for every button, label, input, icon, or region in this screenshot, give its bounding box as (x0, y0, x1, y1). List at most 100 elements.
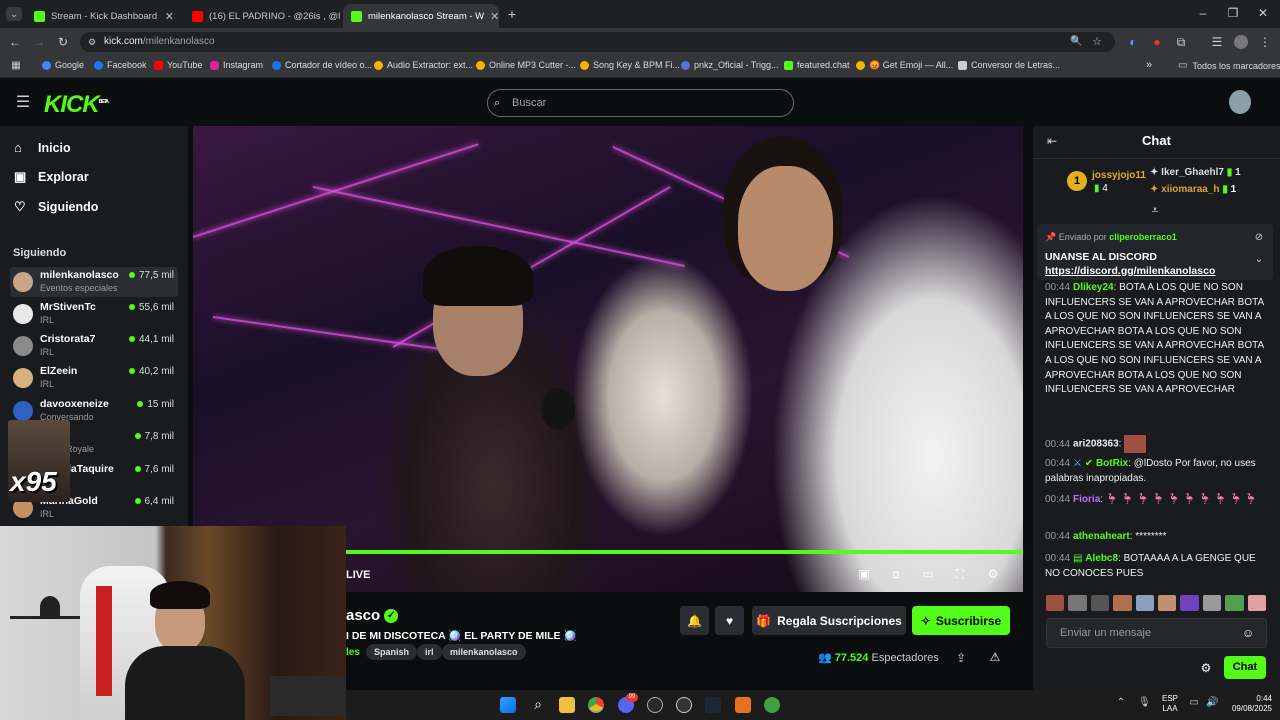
settings-gear-icon[interactable]: ⚙ (986, 567, 1000, 581)
bookmark-pnkz[interactable]: pnkz_Oficial - Trigg... (681, 60, 779, 70)
file-explorer-icon[interactable] (559, 697, 575, 713)
stream-category[interactable]: les (346, 647, 360, 658)
bookmark-audio-extractor[interactable]: Audio Extractor: ext... (374, 60, 473, 70)
clock[interactable]: 0:44 09/08/2025 (1226, 694, 1272, 714)
following-item-elzeein[interactable]: ElZeein IRL 40,2 mil (10, 363, 178, 393)
back-icon[interactable]: ← (8, 35, 22, 49)
bookmarks-overflow[interactable]: » (1146, 59, 1152, 71)
close-tab-icon[interactable]: ✕ (159, 10, 174, 23)
forward-icon[interactable]: → (32, 35, 46, 49)
bookmark-featured-chat[interactable]: featured.chat (784, 60, 850, 70)
message-user[interactable]: BotRix (1096, 458, 1128, 469)
bookmark-google[interactable]: Google (42, 60, 84, 70)
report-warning-icon[interactable]: ⚠ (988, 650, 1002, 664)
tab-kick-stream[interactable]: milenkanolasco Stream - W ✕ (343, 4, 499, 28)
message-user[interactable]: ari208363 (1073, 439, 1119, 450)
message-user[interactable]: Fioria (1073, 494, 1100, 505)
following-item-milenkanolasco[interactable]: milenkanolasco Eventos especiales 77,5 m… (10, 267, 178, 297)
microphone-icon[interactable]: 🎙 (1138, 697, 1151, 708)
bookmark-get-emoji[interactable]: 😡 Get Emoji — All... (856, 60, 953, 71)
share-icon[interactable]: ⇪ (954, 651, 968, 665)
chat-message-input[interactable]: Enviar un mensaje ☺ (1046, 618, 1267, 648)
apps-grid-icon[interactable]: ▦ (10, 60, 22, 71)
follow-heart-button[interactable]: ♥ (715, 606, 744, 635)
reload-icon[interactable]: ↻ (56, 35, 70, 49)
bookmark-star-icon[interactable]: ☆ (1092, 32, 1102, 52)
extension-icon[interactable]: ● (1150, 35, 1164, 49)
emote-icon[interactable] (1247, 595, 1267, 611)
extensions-puzzle-icon[interactable]: ⧉ (1174, 35, 1188, 50)
reading-list-icon[interactable]: ☰ (1210, 35, 1224, 49)
tag[interactable]: irl (417, 644, 442, 660)
app-icon[interactable] (764, 697, 780, 713)
close-tab-icon[interactable]: ✕ (484, 10, 499, 23)
nav-inicio[interactable]: ⌂ Inicio (14, 140, 71, 155)
search-input[interactable]: ⌕ Buscar (487, 89, 794, 117)
display-icon[interactable]: ▭ (1188, 697, 1200, 708)
video-player[interactable] (193, 126, 1023, 592)
live-progress-bar[interactable] (346, 550, 1023, 554)
bookmark-youtube[interactable]: YouTube (154, 60, 202, 70)
bookmark-mp3-cutter[interactable]: Online MP3 Cutter -... (476, 60, 576, 70)
following-item-cristorata7[interactable]: Cristorata7 IRL 44,1 mil (10, 331, 178, 361)
taskbar-search-icon[interactable]: ⌕ (530, 696, 546, 713)
miniplayer-icon[interactable]: ▣ (857, 567, 871, 581)
leader-name[interactable]: jossyjojo11 (1092, 170, 1146, 181)
tag[interactable]: milenkanolasco (442, 644, 526, 660)
leader-3[interactable]: ✦ xiiomaraa_h ▮ 1 (1150, 184, 1236, 195)
bookmark-instagram[interactable]: Instagram (210, 60, 263, 70)
bookmark-song-key[interactable]: Song Key & BPM Fi... (580, 60, 680, 70)
new-tab-button[interactable]: + (504, 6, 520, 22)
subscribe-button[interactable]: ✧ Suscribirse (912, 606, 1010, 635)
message-user[interactable]: Alebc8 (1085, 553, 1118, 564)
theater-mode-icon[interactable]: ▭ (921, 567, 935, 581)
minimize-icon[interactable]: – (1196, 6, 1210, 20)
steam-icon[interactable] (705, 697, 721, 713)
send-chat-button[interactable]: Chat (1224, 656, 1266, 679)
extension-icon[interactable]: ◐ (1126, 35, 1140, 49)
kick-logo[interactable]: KICKBETA (44, 91, 109, 119)
message-user[interactable]: Dlikey24 (1073, 282, 1114, 293)
start-windows-icon[interactable] (500, 697, 516, 713)
clip-icon[interactable]: ⧈ (889, 567, 903, 581)
menu-icon[interactable]: ⋮ (1258, 35, 1272, 49)
media-player-icon[interactable] (676, 697, 692, 713)
volume-icon[interactable]: 🔊 (1206, 697, 1218, 708)
emote-icon[interactable] (1135, 595, 1155, 611)
nav-siguiendo[interactable]: ♡ Siguiendo (14, 199, 98, 215)
emote-icon[interactable] (1158, 595, 1177, 611)
message-user[interactable]: athenaheart (1073, 531, 1130, 542)
emote-icon[interactable] (1068, 595, 1087, 611)
address-bar[interactable]: ⚙ kick.com/milenkanolasco 🔍 ☆ (80, 32, 1115, 52)
bookmark-facebook[interactable]: Facebook (94, 60, 147, 70)
zoom-icon[interactable]: 🔍 (1070, 32, 1082, 52)
profile-avatar[interactable] (1234, 35, 1248, 49)
maximize-icon[interactable]: ❐ (1226, 6, 1240, 20)
pinned-link[interactable]: https://discord.gg/milenkanolasco (1045, 265, 1215, 277)
obs-icon[interactable] (647, 697, 663, 713)
emote-icon[interactable] (1046, 595, 1065, 611)
language-indicator[interactable]: ESP LAA (1162, 694, 1178, 714)
hamburger-menu-icon[interactable]: ☰ (15, 92, 31, 112)
following-item-mrstiventc[interactable]: MrStivenTc IRL 55,6 mil (10, 299, 178, 329)
chrome-icon[interactable] (588, 697, 604, 713)
tab-kick-dashboard[interactable]: Stream - Kick Dashboard ✕ (26, 4, 182, 28)
pinned-by-user[interactable]: cliperoberraco1 (1109, 232, 1177, 242)
unpin-icon[interactable]: ⊘ (1253, 232, 1265, 243)
channel-name[interactable]: asco ✓ (346, 607, 399, 624)
bookmark-cortador[interactable]: Cortador de vídeo o... (272, 60, 372, 70)
chat-settings-icon[interactable]: ⚙ (1200, 661, 1212, 675)
emote-icon[interactable] (1113, 595, 1132, 611)
tab-youtube[interactable]: (16) EL PADRINO - @26is , @he ✕ (184, 4, 340, 28)
bookmark-conversor[interactable]: Conversor de Letras... (958, 60, 1060, 70)
emote-icon[interactable] (1202, 595, 1222, 611)
emote-icon[interactable] (1225, 595, 1244, 611)
expand-leaderboard-icon[interactable]: ⩡ (1148, 203, 1162, 218)
gift-subs-button[interactable]: 🎁 Regala Suscripciones (752, 606, 906, 635)
all-bookmarks[interactable]: ▭ Todos los marcadores (1178, 60, 1280, 71)
chevron-down-icon[interactable]: ⌄ (1253, 254, 1265, 265)
app-icon[interactable] (735, 697, 751, 713)
emote-icon[interactable] (1090, 595, 1110, 611)
notification-bell-button[interactable]: 🔔 (680, 606, 709, 635)
tray-chevron-icon[interactable]: ⌃ (1116, 697, 1126, 708)
